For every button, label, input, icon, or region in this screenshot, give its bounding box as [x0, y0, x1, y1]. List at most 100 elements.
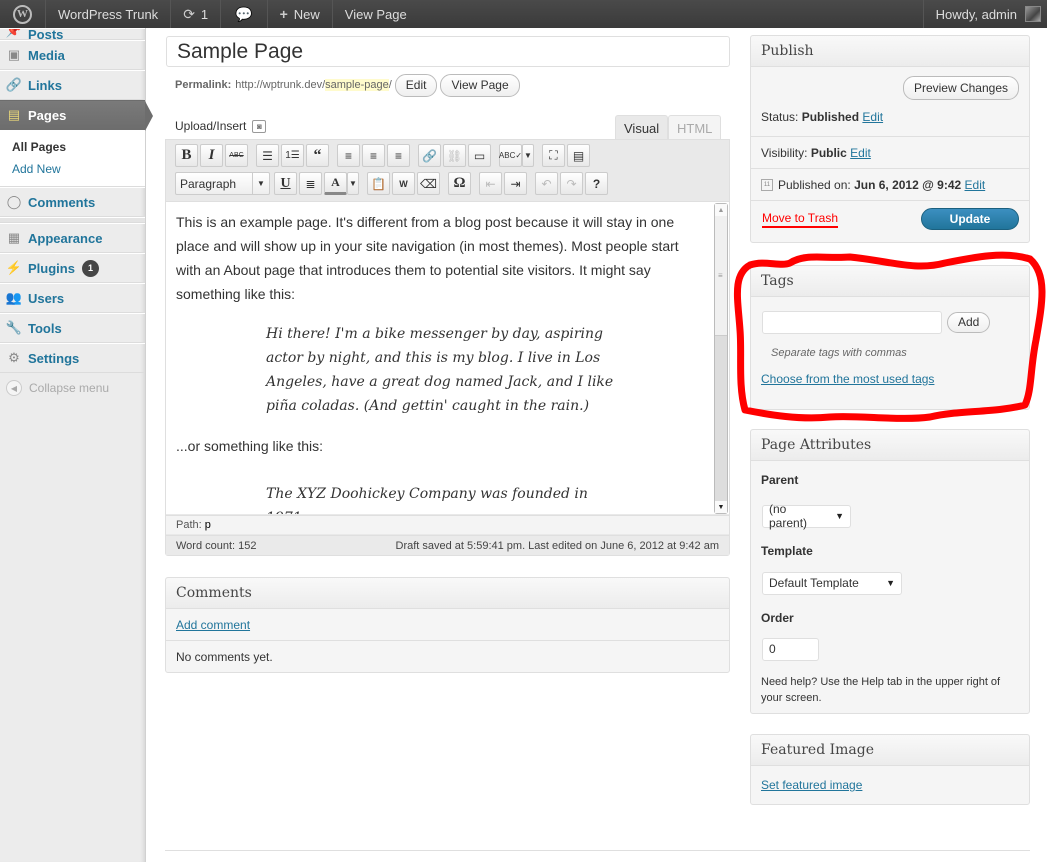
wp-logo-button[interactable]: W [0, 0, 46, 28]
more-tag-button[interactable]: ▭ [468, 144, 491, 167]
submenu-add-new[interactable]: Add New [12, 158, 145, 180]
clear-formatting-button[interactable]: ⌫ [417, 172, 440, 195]
update-button[interactable]: Update [921, 208, 1019, 230]
new-content-link[interactable]: + New [268, 0, 333, 28]
upload-insert-label: Upload/Insert [175, 119, 247, 133]
undo-button[interactable]: ↶ [535, 172, 558, 195]
sidebar-item-plugins[interactable]: ⚡ Plugins 1 [0, 253, 145, 283]
special-character-button[interactable]: Ω [448, 172, 471, 195]
path-label: Path: [176, 519, 202, 531]
scroll-up-icon[interactable]: ▲ [715, 204, 727, 216]
publish-metabox: Publish Preview Changes Status: Publishe… [750, 35, 1030, 243]
updates-link[interactable]: ⟳ 1 [171, 0, 222, 28]
edit-status-link[interactable]: Edit [862, 110, 883, 124]
insert-link-button[interactable]: 🔗 [418, 144, 441, 167]
visibility-row: Visibility: Public Edit [751, 137, 1029, 169]
account-menu[interactable]: Howdy, admin [922, 0, 1047, 28]
tab-visual[interactable]: Visual [615, 115, 669, 140]
spellcheck-dropdown[interactable]: ▼ [522, 144, 534, 167]
order-input[interactable]: 0 [762, 637, 819, 661]
set-featured-image-link[interactable]: Set featured image [761, 778, 862, 792]
outdent-button[interactable]: ⇤ [479, 172, 502, 195]
submenu-all-pages[interactable]: All Pages [12, 136, 145, 158]
spellcheck-button[interactable]: ABC✓ [499, 144, 522, 167]
paste-word-button[interactable]: W [392, 172, 415, 195]
bullet-list-button[interactable]: ☰ [256, 144, 279, 167]
preview-changes-button[interactable]: Preview Changes [902, 76, 1019, 100]
avatar [1025, 6, 1041, 22]
featured-image-metabox: Featured Image Set featured image [750, 734, 1030, 805]
text-color-dropdown[interactable]: ▼ [347, 172, 359, 195]
published-on-row: 11 Published on: Jun 6, 2012 @ 9:42 Edit [751, 169, 1029, 201]
visibility-label: Visibility: [761, 145, 808, 160]
post-title-input[interactable]: Sample Page [166, 36, 730, 67]
sidebar-item-label: Links [28, 77, 62, 93]
sidebar-item-appearance[interactable]: ▦ Appearance [0, 223, 145, 253]
publish-title[interactable]: Publish [751, 36, 1029, 67]
refresh-icon: ⟳ [183, 5, 195, 22]
align-left-button[interactable]: ≡ [337, 144, 360, 167]
sidebar-item-tools[interactable]: 🔧 Tools [0, 313, 145, 343]
redo-button[interactable]: ↷ [560, 172, 583, 195]
justify-button[interactable]: ≣ [299, 172, 322, 195]
sidebar-item-posts[interactable]: 📌 Posts [0, 28, 145, 40]
site-name-link[interactable]: WordPress Trunk [46, 0, 172, 28]
visibility-value: Public [810, 145, 847, 160]
scrollbar-thumb[interactable]: ≡ [715, 216, 727, 336]
paste-text-button[interactable]: 📋 [367, 172, 390, 195]
sidebar-item-users[interactable]: 👥 Users [0, 283, 145, 313]
edit-visibility-link[interactable]: Edit [850, 146, 871, 160]
tag-cloud-row: Choose from the most used tags [751, 359, 1029, 399]
no-comments-text: No comments yet. [176, 650, 273, 664]
sidebar-item-links[interactable]: 🔗 Links [0, 70, 145, 100]
help-button[interactable]: ? [585, 172, 608, 195]
edit-permalink-button[interactable]: Edit [394, 73, 438, 97]
view-page-link[interactable]: View Page [333, 0, 419, 28]
permalink-slug[interactable]: sample-page [325, 79, 389, 91]
strikethrough-button[interactable]: ABC [225, 144, 248, 167]
comments-link[interactable]: 💬 [221, 0, 268, 28]
text-color-button[interactable]: A [324, 172, 347, 195]
fullscreen-button[interactable]: ⛶ [542, 144, 565, 167]
tools-icon: 🔧 [5, 320, 23, 335]
path-value[interactable]: p [205, 519, 211, 531]
bold-button[interactable]: B [175, 144, 198, 167]
add-tag-button[interactable]: Add [947, 311, 991, 333]
add-comment-link[interactable]: Add comment [176, 618, 250, 632]
upload-insert-link[interactable]: Upload/Insert ◙ [175, 119, 267, 133]
kitchen-sink-button[interactable]: ▤ [567, 144, 590, 167]
tags-input[interactable] [762, 310, 942, 334]
italic-button[interactable]: I [200, 144, 223, 167]
underline-button[interactable]: U [274, 172, 297, 195]
template-select[interactable]: Default Template ▼ [762, 571, 902, 595]
page-attributes-title[interactable]: Page Attributes [751, 430, 1029, 461]
choose-tags-link[interactable]: Choose from the most used tags [761, 372, 934, 386]
align-right-button[interactable]: ≡ [387, 144, 410, 167]
tab-html[interactable]: HTML [668, 115, 722, 140]
editor-scrollbar[interactable]: ▲ ≡ ▼ [714, 203, 728, 514]
sidebar-item-comments[interactable]: ◯ Comments [0, 187, 145, 217]
word-count: Word count: 152 [176, 539, 257, 552]
comments-title[interactable]: Comments [166, 578, 729, 609]
tags-hint: Separate tags with commas [771, 347, 907, 359]
content-body: This is an example page. It's different … [176, 210, 706, 514]
view-page-button[interactable]: View Page [440, 73, 520, 97]
format-select[interactable]: Paragraph ▼ [175, 172, 270, 195]
collapse-menu-button[interactable]: ◀ Collapse menu [0, 373, 145, 403]
parent-select[interactable]: (no parent) ▼ [762, 502, 851, 530]
blockquote-button[interactable]: “ [306, 144, 329, 167]
sidebar-item-media[interactable]: ▣ Media [0, 40, 145, 70]
align-center-button[interactable]: ≡ [362, 144, 385, 167]
numbered-list-button[interactable]: 1☰ [281, 144, 304, 167]
unlink-button[interactable]: ⛓ [443, 144, 466, 167]
chevron-down-icon: ▼ [886, 578, 895, 588]
sidebar-item-settings[interactable]: ⚙ Settings [0, 343, 145, 373]
sidebar-item-pages[interactable]: ▤ Pages [0, 100, 153, 131]
edit-date-link[interactable]: Edit [965, 178, 986, 192]
content-area[interactable]: This is an example page. It's different … [166, 201, 729, 514]
featured-image-title[interactable]: Featured Image [751, 735, 1029, 766]
tags-title[interactable]: Tags [751, 266, 1029, 297]
move-to-trash-link[interactable]: Move to Trash [762, 211, 839, 228]
indent-button[interactable]: ⇥ [504, 172, 527, 195]
scroll-down-icon[interactable]: ▼ [715, 501, 727, 513]
